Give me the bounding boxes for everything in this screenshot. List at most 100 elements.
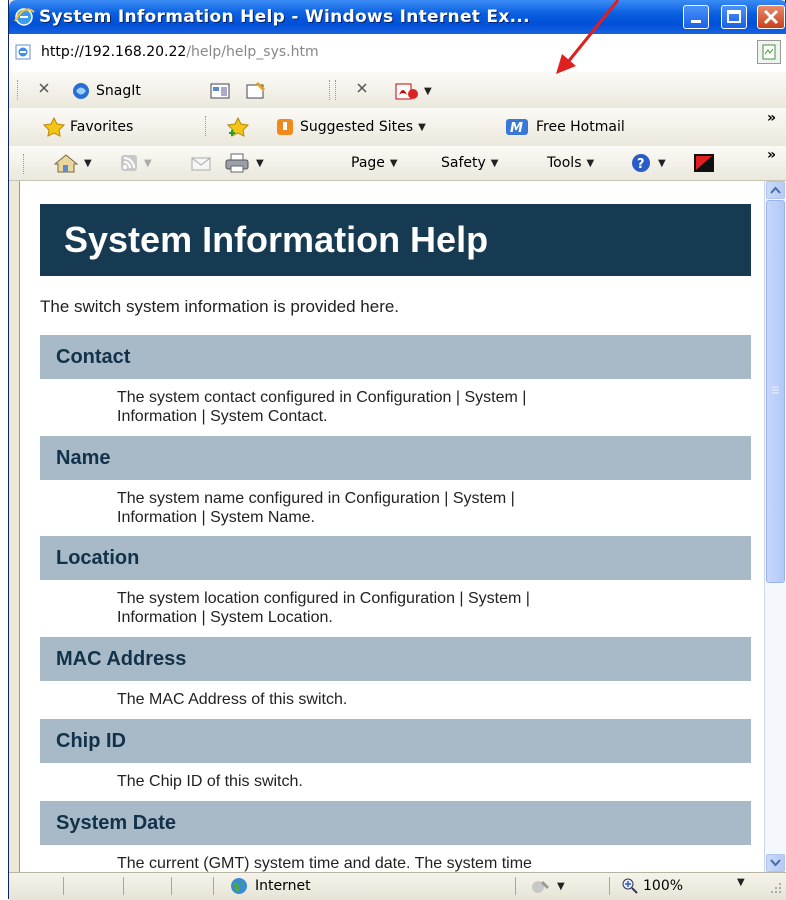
vertical-scrollbar[interactable] [764, 181, 786, 872]
intro-text: The switch system information is provide… [40, 297, 400, 316]
status-divider [171, 877, 172, 895]
toolbar-grip[interactable] [23, 154, 27, 174]
research-button[interactable] [693, 153, 715, 173]
grip-icon [772, 386, 779, 394]
zoom-label: 100% [643, 878, 684, 894]
ie-logo-icon [14, 8, 35, 26]
close-icon [357, 83, 367, 93]
zoom-dropdown-button[interactable]: ▼ [737, 877, 745, 888]
security-zone[interactable]: Internet [229, 877, 311, 895]
safety-menu-label: Safety [441, 155, 486, 171]
url-text[interactable]: http://192.168.20.22/help/help_sys.htm [41, 44, 319, 60]
free-hotmail-link[interactable]: M Free Hotmail [505, 117, 625, 137]
broken-page-icon [762, 44, 776, 60]
protected-mode-icon [532, 880, 550, 893]
favorites-overflow-button[interactable]: » [767, 110, 776, 126]
help-icon: ? [632, 154, 650, 172]
globe-icon [231, 878, 247, 894]
zoom-icon [622, 878, 638, 894]
close-icon [39, 83, 49, 93]
zoom-level-button[interactable]: 100% [621, 877, 683, 895]
command-overflow-button[interactable]: » [767, 147, 776, 163]
snagit-capture-button[interactable] [209, 81, 231, 101]
suggested-sites-button[interactable]: Suggested Sites ▼ [275, 117, 426, 137]
chevron-down-icon: ▼ [144, 157, 152, 169]
status-divider [609, 877, 610, 895]
scroll-thumb[interactable] [766, 200, 785, 583]
toolbar-grip[interactable] [329, 80, 333, 100]
snagit-icon [73, 83, 89, 99]
favorites-button[interactable]: Favorites [43, 117, 133, 137]
add-to-favorites-bar-button[interactable] [227, 117, 251, 137]
resize-grip-icon[interactable] [769, 881, 783, 895]
toolbar-grip[interactable] [335, 80, 339, 100]
status-divider [123, 877, 124, 895]
minimize-button[interactable] [683, 5, 709, 29]
chevron-down-icon: ▼ [256, 157, 264, 169]
safety-menu[interactable]: Safety ▼ [441, 155, 499, 171]
page-content: System Information Help The switch syste… [19, 181, 765, 872]
chevron-down-icon [770, 859, 781, 867]
status-divider [213, 877, 214, 895]
section-heading: Name [40, 436, 751, 480]
section-description: The system contact configured in Configu… [117, 388, 737, 426]
free-hotmail-label: Free Hotmail [536, 119, 625, 135]
toolbar-grip[interactable] [17, 80, 21, 100]
tools-menu-label: Tools [547, 155, 582, 171]
page-icon [15, 44, 31, 60]
page-menu-label: Page [351, 155, 385, 171]
msn-hotmail-icon: M [506, 119, 528, 136]
snagit-label: SnagIt [96, 83, 141, 99]
status-bar: Internet ▼ 100% ▼ [9, 872, 786, 900]
maximize-icon [727, 10, 741, 23]
close-toolbar-button[interactable] [355, 81, 369, 95]
maximize-button[interactable] [721, 5, 747, 29]
section-heading: Location [40, 536, 751, 580]
scroll-up-button[interactable] [766, 181, 785, 199]
section-description-line: The MAC Address of this switch. [117, 691, 348, 708]
section-description: The system name configured in Configurat… [117, 489, 737, 527]
chevron-down-icon: ▼ [418, 121, 426, 133]
scroll-down-button[interactable] [766, 854, 785, 872]
chevron-down-icon: ▼ [737, 877, 745, 888]
title-bar[interactable]: System Information Help - Windows Intern… [9, 0, 786, 34]
print-button[interactable]: ▼ [223, 153, 264, 173]
chevron-down-icon: ▼ [490, 157, 499, 169]
home-icon [53, 154, 79, 173]
close-button[interactable] [757, 5, 785, 29]
tools-menu[interactable]: Tools ▼ [547, 155, 594, 171]
close-toolbar-button[interactable] [37, 81, 51, 95]
snagit-toolbar: SnagIt ▼ [9, 72, 786, 109]
feeds-button[interactable]: ▼ [119, 153, 152, 173]
status-divider [63, 877, 64, 895]
pdf-button[interactable]: ▼ [393, 81, 432, 101]
close-icon [763, 9, 779, 25]
rss-feed-icon [121, 155, 137, 171]
section-description-line: Information | System Contact. [117, 408, 328, 425]
section-description-line: The system location configured in Config… [117, 590, 530, 607]
address-bar[interactable]: http://192.168.20.22/help/help_sys.htm [9, 34, 786, 73]
read-mail-button[interactable] [189, 153, 213, 173]
section-description-line: Information | System Location. [117, 609, 333, 626]
help-menu[interactable]: ? ▼ [629, 152, 666, 174]
command-bar: ▼ ▼ ▼ Page ▼ Safety ▼ Tools ▼ ? ▼ » [9, 146, 786, 181]
home-button[interactable]: ▼ [53, 153, 92, 173]
chevron-up-icon [770, 186, 781, 194]
chevron-down-icon: ▼ [84, 157, 92, 169]
pdf-icon [395, 83, 418, 100]
page-menu[interactable]: Page ▼ [351, 155, 398, 171]
section-description-line: The Chip ID of this switch. [117, 773, 303, 790]
svg-text:M: M [510, 121, 523, 136]
toolbar-grip[interactable] [205, 116, 209, 136]
compatibility-view-button[interactable] [757, 40, 781, 64]
section-description: The current (GMT) system time and date. … [117, 854, 737, 872]
capture-icon [210, 83, 230, 99]
snagit-edit-button[interactable] [245, 81, 267, 101]
chevron-down-icon: ▼ [424, 85, 432, 97]
research-icon [694, 154, 714, 172]
suggested-sites-icon [277, 119, 293, 135]
section-heading: Contact [40, 335, 751, 379]
snagit-button[interactable]: SnagIt [71, 81, 141, 101]
section-description: The system location configured in Config… [117, 589, 737, 627]
protected-mode-button[interactable]: ▼ [529, 877, 565, 895]
